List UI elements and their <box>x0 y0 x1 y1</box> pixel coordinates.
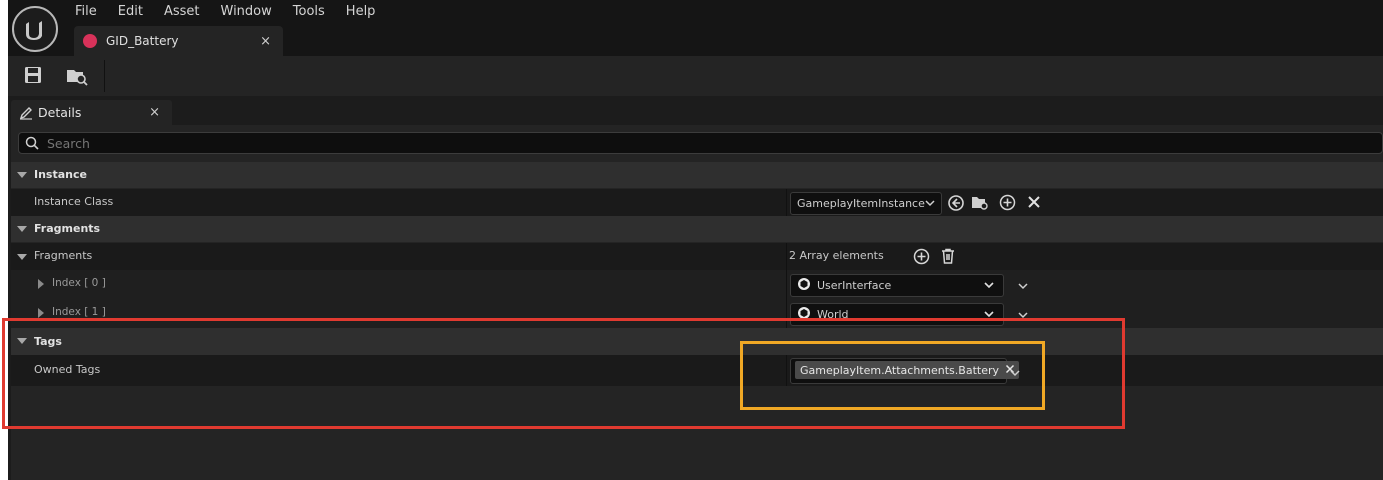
use-selected-asset-icon[interactable] <box>947 194 965 215</box>
menu-window[interactable]: Window <box>221 4 272 20</box>
clear-icon[interactable] <box>1026 194 1042 213</box>
toolbar-separator <box>104 60 105 92</box>
chevron-down-icon <box>925 197 935 210</box>
highlight-box-orange <box>740 341 1045 410</box>
indent-guide <box>22 270 26 298</box>
expand-arrow-icon[interactable] <box>38 279 44 289</box>
save-icon[interactable] <box>24 66 44 86</box>
array-count: 2 Array elements <box>789 249 884 262</box>
document-tab-label: GID_Battery <box>106 34 179 48</box>
category-fragments[interactable]: Fragments <box>11 216 1383 242</box>
menu-edit[interactable]: Edit <box>118 4 143 20</box>
category-instance-label: Instance <box>34 168 87 181</box>
column-divider <box>786 270 787 298</box>
browse-folder-icon[interactable] <box>971 194 989 215</box>
browse-to-asset-icon[interactable] <box>66 66 90 86</box>
details-tab[interactable]: Details × <box>11 100 172 125</box>
instance-class-dropdown[interactable]: GameplayItemInstance <box>790 192 942 215</box>
add-icon[interactable] <box>999 194 1016 214</box>
fragment-0-value: UserInterface <box>817 279 892 292</box>
expand-array-arrow-icon[interactable] <box>17 254 27 260</box>
details-tab-label: Details <box>38 105 82 120</box>
property-row-fragments: Fragments 2 Array elements <box>11 243 1383 270</box>
unreal-logo-icon[interactable] <box>12 6 58 52</box>
menu-bar: File Edit Asset Window Tools Help <box>75 4 396 20</box>
search-input[interactable] <box>45 134 1349 152</box>
expand-arrow-icon[interactable] <box>38 308 44 318</box>
close-tab-icon[interactable]: × <box>260 34 271 49</box>
fragment-icon <box>797 277 811 294</box>
menu-help[interactable]: Help <box>346 4 376 20</box>
instance-class-label: Instance Class <box>34 195 114 208</box>
fragments-label: Fragments <box>34 249 93 262</box>
pencil-icon <box>19 106 33 120</box>
chevron-down-icon <box>984 279 994 292</box>
close-details-icon[interactable]: × <box>149 105 160 120</box>
search-icon <box>25 136 39 150</box>
add-element-icon[interactable] <box>913 248 930 268</box>
fragment-0-dropdown[interactable]: UserInterface <box>790 274 1004 297</box>
menu-file[interactable]: File <box>75 4 97 20</box>
collapse-arrow-icon[interactable] <box>17 172 27 178</box>
document-tab[interactable]: GID_Battery × <box>74 26 283 56</box>
toolbar <box>8 56 1383 96</box>
category-fragments-label: Fragments <box>34 222 101 235</box>
search-box[interactable] <box>18 132 1383 154</box>
instance-class-value: GameplayItemInstance <box>797 197 925 210</box>
collapse-arrow-icon[interactable] <box>17 226 27 232</box>
delete-all-icon[interactable] <box>940 248 956 268</box>
index-0-label: Index [ 0 ] <box>52 277 106 289</box>
column-divider <box>786 189 787 216</box>
property-row-instance-class: Instance Class GameplayItemInstance <box>11 189 1383 216</box>
data-asset-icon <box>83 34 97 48</box>
column-divider <box>786 243 787 270</box>
category-instance[interactable]: Instance <box>11 162 1383 188</box>
menu-asset[interactable]: Asset <box>164 4 200 20</box>
array-item-row: Index [ 0 ] UserInterface <box>11 270 1383 298</box>
item-options-chevron-icon[interactable] <box>1018 280 1028 293</box>
menu-tools[interactable]: Tools <box>293 4 325 20</box>
index-1-label: Index [ 1 ] <box>52 306 106 318</box>
